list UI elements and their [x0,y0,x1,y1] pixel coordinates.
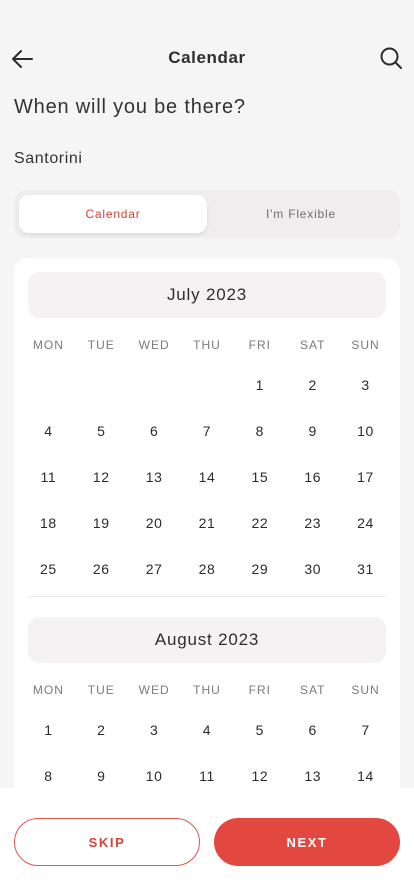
day-cell[interactable]: 14 [339,768,392,784]
weekday-label: FRI [248,683,272,697]
day-cell[interactable]: 7 [339,722,392,738]
day-cell[interactable]: 4 [181,722,234,738]
month-july: July 2023 MON TUE WED THU FRI SAT SUN 1 … [14,258,400,597]
tab-calendar[interactable]: Calendar [19,195,207,233]
day-cell[interactable]: 3 [339,377,392,393]
month-title: July 2023 [28,272,386,318]
day-cell[interactable]: 11 [22,469,75,485]
weekday-header: MON TUE WED THU FRI SAT SUN [22,338,392,352]
month-title: August 2023 [28,617,386,663]
day-cell[interactable]: 19 [75,515,128,531]
weekday-label: TUE [87,683,115,697]
day-cell[interactable]: 22 [233,515,286,531]
day-cell[interactable]: 7 [181,423,234,439]
week-row: 4 5 6 7 8 9 10 [22,408,392,454]
day-cell[interactable]: 13 [128,469,181,485]
weekday-label: THU [193,338,221,352]
day-cell[interactable]: 8 [22,768,75,784]
destination-label: Santorini [14,150,83,167]
day-cell[interactable]: 12 [233,768,286,784]
calendar-card[interactable]: July 2023 MON TUE WED THU FRI SAT SUN 1 … [14,258,400,818]
weekday-label: THU [193,683,221,697]
weekday-header: MON TUE WED THU FRI SAT SUN [22,683,392,697]
week-row: 1 2 3 4 5 6 7 [22,707,392,753]
week-row: 11 12 13 14 15 16 17 [22,454,392,500]
skip-button[interactable]: SKIP [14,818,200,866]
day-cell[interactable]: 14 [181,469,234,485]
day-cell[interactable]: 1 [233,377,286,393]
day-cell[interactable]: 18 [22,515,75,531]
weekday-label: TUE [87,338,115,352]
day-cell[interactable]: 8 [233,423,286,439]
day-cell[interactable]: 31 [339,561,392,577]
day-cell[interactable]: 27 [128,561,181,577]
weekday-label: MON [32,338,64,352]
weekday-label: WED [138,683,170,697]
date-mode-toggle: Calendar I'm Flexible [14,190,400,238]
day-cell[interactable]: 3 [128,722,181,738]
day-cell[interactable]: 28 [181,561,234,577]
week-row: 25 26 27 28 29 30 31 [22,546,392,592]
day-cell[interactable]: 30 [286,561,339,577]
week-row: 18 19 20 21 22 23 24 [22,500,392,546]
weekday-label: SAT [299,683,326,697]
day-cell[interactable]: 24 [339,515,392,531]
day-cell[interactable]: 20 [128,515,181,531]
month-grid: 1 2 3 4 5 6 7 8 9 10 11 12 13 14 15 16 1… [28,362,386,592]
app-header: Calendar [0,36,414,80]
day-cell[interactable]: 5 [75,423,128,439]
month-grid: 1 2 3 4 5 6 7 8 9 10 11 12 13 14 [28,707,386,799]
day-cell[interactable]: 4 [22,423,75,439]
day-cell[interactable]: 9 [286,423,339,439]
next-button[interactable]: NEXT [214,818,400,866]
day-cell[interactable]: 15 [233,469,286,485]
day-cell[interactable]: 12 [75,469,128,485]
weekday-label: WED [138,338,170,352]
back-arrow-icon[interactable] [10,46,36,72]
bottom-action-bar: SKIP NEXT [0,788,414,896]
day-cell[interactable]: 5 [233,722,286,738]
day-cell[interactable]: 17 [339,469,392,485]
day-cell[interactable]: 10 [128,768,181,784]
day-cell[interactable]: 23 [286,515,339,531]
day-cell[interactable]: 13 [286,768,339,784]
tab-flexible[interactable]: I'm Flexible [207,195,395,233]
search-icon[interactable] [378,45,404,71]
day-cell[interactable]: 6 [128,423,181,439]
day-cell[interactable]: 1 [22,722,75,738]
day-cell[interactable]: 16 [286,469,339,485]
day-cell[interactable]: 11 [181,768,234,784]
day-cell[interactable]: 21 [181,515,234,531]
day-cell[interactable]: 6 [286,722,339,738]
weekday-label: SAT [299,338,326,352]
day-cell[interactable]: 9 [75,768,128,784]
day-cell[interactable]: 2 [286,377,339,393]
weekday-label: FRI [248,338,272,352]
month-august: August 2023 MON TUE WED THU FRI SAT SUN … [14,597,400,799]
page-title: Calendar [168,48,246,67]
question-heading: When will you be there? [14,96,246,118]
day-cell[interactable]: 10 [339,423,392,439]
day-cell[interactable]: 25 [22,561,75,577]
weekday-label: SUN [351,683,380,697]
week-row: 1 2 3 [22,362,392,408]
weekday-label: SUN [351,338,380,352]
weekday-label: MON [32,683,64,697]
day-cell[interactable]: 2 [75,722,128,738]
day-cell[interactable]: 26 [75,561,128,577]
day-cell[interactable]: 29 [233,561,286,577]
